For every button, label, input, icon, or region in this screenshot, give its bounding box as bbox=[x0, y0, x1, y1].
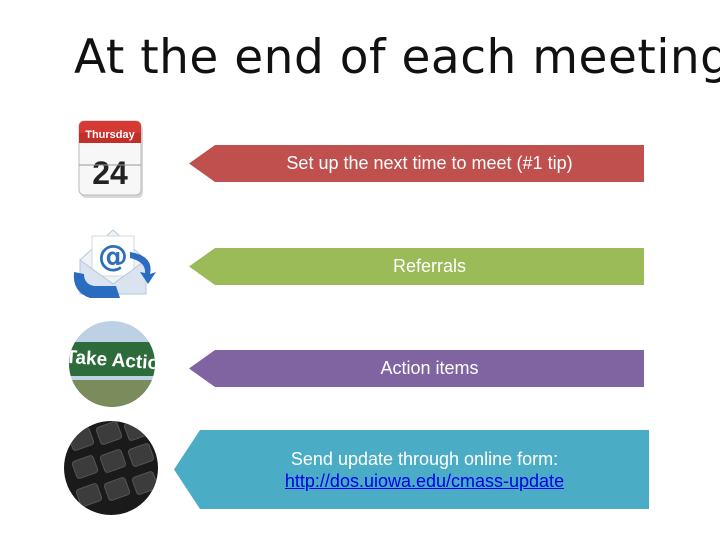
banner-action-items-text: Action items bbox=[380, 358, 479, 378]
keyboard-icon bbox=[64, 421, 158, 515]
cmass-update-link[interactable]: http://dos.uiowa.edu/cmass-update bbox=[259, 470, 564, 492]
banner-next-meeting-text: Set up the next time to meet (#1 tip) bbox=[286, 153, 573, 173]
calendar-day: Thursday bbox=[85, 129, 135, 141]
banner-send-update-text: Send update through online form: bbox=[290, 448, 559, 469]
email-icon: @ bbox=[73, 229, 156, 298]
slide-title: At the end of each meeting bbox=[74, 30, 720, 85]
banner-send-update: Send update through online form: http://… bbox=[174, 430, 649, 509]
calendar-icon: Thursday 24 bbox=[78, 120, 143, 198]
banner-action-items: Action items bbox=[189, 350, 644, 387]
take-action-icon: Take Action bbox=[69, 321, 155, 407]
calendar-date: 24 bbox=[92, 155, 128, 191]
banner-referrals: Referrals bbox=[189, 248, 644, 285]
svg-text:@: @ bbox=[98, 239, 128, 274]
banner-next-meeting: Set up the next time to meet (#1 tip) bbox=[189, 145, 644, 182]
banner-referrals-text: Referrals bbox=[392, 256, 467, 276]
